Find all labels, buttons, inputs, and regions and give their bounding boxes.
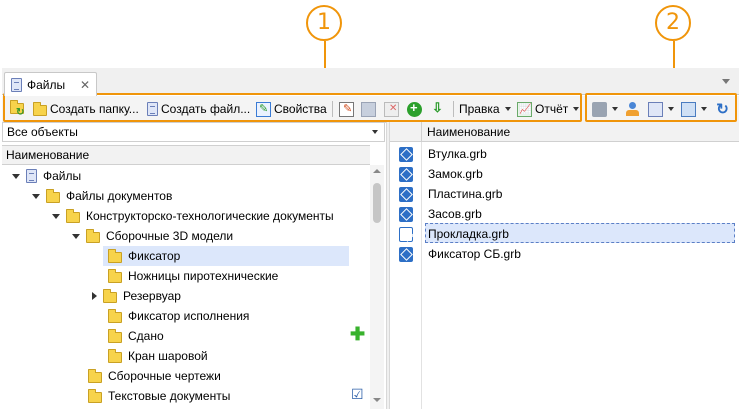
expanded-arrow-icon[interactable]: [72, 233, 80, 239]
chevron-down-icon: [372, 130, 378, 134]
expanded-arrow-icon[interactable]: [32, 193, 40, 199]
grb-file-icon: [399, 146, 413, 162]
tree-item-label: Файлы документов: [66, 189, 173, 203]
tree-item-files[interactable]: Файлы: [12, 166, 81, 186]
folder-icon: [108, 268, 122, 283]
icon-column-header: [390, 122, 422, 142]
folder-icon: [108, 348, 122, 363]
tab-files-label: Файлы: [27, 77, 66, 92]
tree-item-label: Конструкторско-технологические документы: [86, 209, 334, 223]
checked-status-icon: ☑: [351, 386, 364, 402]
object-filter-value: Все объекты: [7, 125, 78, 139]
tree-item-label: Резервуар: [123, 289, 181, 303]
folder-icon: [46, 188, 60, 203]
toolbar-group-2-highlight: [585, 93, 737, 122]
grb-document-icon: [399, 226, 413, 242]
file-row[interactable]: Втулка.grb: [390, 144, 735, 164]
file-row[interactable]: Пластина.grb: [390, 184, 735, 204]
right-column-header[interactable]: Наименование: [390, 122, 739, 142]
file-row-selected[interactable]: Прокладка.grb: [390, 224, 735, 244]
tree-item-label: Файлы: [43, 169, 82, 183]
tree-item-reservoir[interactable]: Резервуар: [92, 286, 181, 306]
file-name: Замок.grb: [428, 167, 483, 181]
file-name: Втулка.grb: [428, 147, 487, 161]
tree-item-ball-valve[interactable]: Кран шаровой: [108, 346, 208, 366]
tab-files[interactable]: Файлы ✕: [4, 72, 97, 96]
file-name: Фиксатор СБ.grb: [428, 247, 521, 261]
expanded-arrow-icon[interactable]: [52, 213, 60, 219]
folder-icon: [103, 288, 117, 303]
left-column-header[interactable]: Наименование: [2, 145, 370, 165]
tree-item-label: Текстовые документы: [108, 389, 231, 403]
tree-item-scissors[interactable]: Ножницы пиротехнические: [108, 266, 278, 286]
folder-icon: [108, 328, 122, 343]
callout-1: 1: [306, 5, 342, 41]
object-filter-select[interactable]: Все объекты: [2, 122, 385, 142]
file-storage-icon: [26, 169, 37, 183]
grb-file-icon: [399, 166, 413, 182]
folder-icon: [108, 308, 122, 323]
tree-item-submitted[interactable]: Сдано: [108, 326, 164, 346]
tree-item-assembly-drawings[interactable]: Сборочные чертежи: [88, 366, 221, 386]
column-header-label: Наименование: [427, 125, 511, 139]
folder-icon: [66, 208, 80, 223]
scroll-down-icon[interactable]: [373, 398, 381, 402]
tree-item-label: Сборочные чертежи: [108, 369, 221, 383]
added-status-plus-icon: ✚: [350, 324, 366, 344]
file-row[interactable]: Замок.grb: [390, 164, 735, 184]
expanded-arrow-icon[interactable]: [12, 173, 20, 179]
scroll-up-icon[interactable]: [373, 169, 381, 173]
callout-2: 2: [655, 5, 691, 41]
tab-strip: [2, 68, 739, 95]
tab-list-chevron-down-icon[interactable]: [722, 79, 730, 84]
folder-icon: [88, 388, 102, 403]
tree-item-label: Фиксатор исполнения: [128, 309, 250, 323]
tree-item-text-documents[interactable]: Текстовые документы: [88, 386, 230, 406]
folder-icon: [88, 368, 102, 383]
tree-item-fixator-versions[interactable]: Фиксатор исполнения: [108, 306, 249, 326]
scrollbar-thumb[interactable]: [373, 183, 381, 223]
tree-item-document-files[interactable]: Файлы документов: [32, 186, 172, 206]
tree-item-3d-assemblies[interactable]: Сборочные 3D модели: [72, 226, 233, 246]
file-name: Прокладка.grb: [428, 227, 509, 241]
tree-item-label: Ножницы пиротехнические: [128, 269, 279, 283]
close-icon[interactable]: ✕: [80, 78, 90, 92]
grb-file-icon: [399, 206, 413, 222]
tree-item-label: Сборочные 3D модели: [106, 229, 234, 243]
tree-item-design-docs[interactable]: Конструкторско-технологические документы: [52, 206, 334, 226]
files-tab-icon: [11, 77, 22, 92]
tree-item-label: Фиксатор: [128, 249, 181, 263]
grb-file-icon: [399, 186, 413, 202]
folder-icon: [86, 228, 100, 243]
grb-file-icon: [399, 246, 413, 262]
collapsed-arrow-icon[interactable]: [92, 292, 97, 300]
tree-item-label: Кран шаровой: [128, 349, 208, 363]
column-header-label: Наименование: [6, 148, 90, 162]
folder-icon: [108, 248, 122, 263]
left-vertical-scrollbar[interactable]: [370, 165, 384, 409]
file-name: Засов.grb: [428, 207, 482, 221]
file-row[interactable]: Засов.grb: [390, 204, 735, 224]
tree-item-label: Сдано: [128, 329, 164, 343]
toolbar-group-1-highlight: [3, 93, 582, 122]
file-name: Пластина.grb: [428, 187, 503, 201]
file-row[interactable]: Фиксатор СБ.grb: [390, 244, 735, 264]
tree-item-fixator[interactable]: Фиксатор: [108, 246, 180, 266]
